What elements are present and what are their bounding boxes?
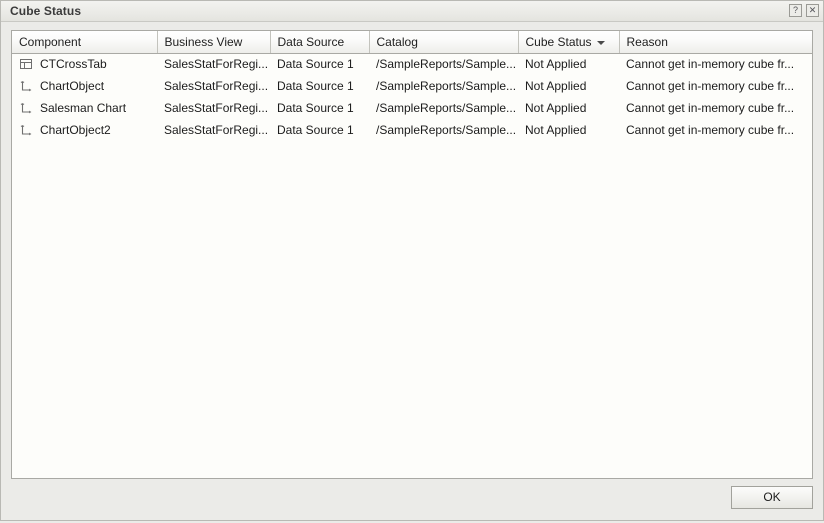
component-name: CTCrossTab [40,57,107,72]
column-header-data_source[interactable]: Data Source [270,31,370,54]
table-row[interactable]: ChartObject SalesStatForRegi... Data Sourc… [12,75,812,97]
cube-status-dialog: Cube Status ? ✕ Component Business View Da… [0,0,824,521]
cell-text: Data Source 1 [277,57,354,72]
table-row[interactable]: Salesman Chart SalesStatForRegi... Data So… [12,97,812,119]
cell-catalog: /SampleReports/Sample... [369,53,518,75]
table-header-row: Component Business View Data Source Catalog… [12,31,812,54]
cell-reason: Cannot get in-memory cube fr... [619,119,812,141]
cell-business_view: SalesStatForRegi... [157,119,270,141]
column-header-label: Catalog [376,34,418,49]
cell-catalog: /SampleReports/Sample... [369,119,518,141]
component-cell-content: CTCrossTab [19,57,157,71]
column-header-reason[interactable]: Reason [619,31,812,54]
cell-cube_status: Not Applied [518,75,619,97]
component-cell-content: ChartObject2 [19,123,157,137]
column-header-business_view[interactable]: Business View [157,31,271,54]
table-body: CTCrossTab SalesStatForRegi... Data Source… [12,53,812,141]
cell-text: Not Applied [525,79,587,93]
cell-text: Not Applied [525,123,587,137]
column-header-component[interactable]: Component [12,31,158,54]
cell-reason: Cannot get in-memory cube fr... [619,53,812,75]
cell-text: SalesStatForRegi... [164,101,269,115]
cell-text: Data Source 1 [277,101,354,115]
cell-component: ChartObject [12,75,157,97]
column-header-label: Reason [626,34,668,49]
cell-text: /SampleReports/Sample... [376,123,517,137]
column-header-label: Data Source [277,34,345,49]
component-name: Salesman Chart [40,101,127,115]
cell-text: /SampleReports/Sample... [376,79,517,93]
cell-text: Data Source 1 [277,123,354,137]
chart-icon [19,79,33,93]
cell-reason: Cannot get in-memory cube fr... [619,97,812,119]
cell-text: Cannot get in-memory cube fr... [626,57,795,72]
cell-catalog: /SampleReports/Sample... [369,97,518,119]
cell-text: Data Source 1 [277,79,354,93]
cell-business_view: SalesStatForRegi... [157,53,270,75]
cell-text: Cannot get in-memory cube fr... [626,79,795,93]
dialog-body: Component Business View Data Source Catalog… [1,22,823,479]
table-header: Component Business View Data Source Catalog… [12,31,812,54]
column-header-cube_status[interactable]: Cube Status [518,31,620,54]
cube-status-table-panel: Component Business View Data Source Catalog… [11,30,813,479]
cell-cube_status: Not Applied [518,97,619,119]
cube-status-table: Component Business View Data Source Catalog… [12,31,812,141]
component-cell-content: Salesman Chart [19,101,157,115]
cell-text: Not Applied [525,57,587,72]
component-name: ChartObject2 [40,123,111,137]
sort-descending-icon [596,40,605,45]
component-cell-content: ChartObject [19,79,157,93]
column-header-catalog[interactable]: Catalog [369,31,519,54]
chart-icon [19,123,33,137]
cell-text: Cannot get in-memory cube fr... [626,101,795,115]
cell-catalog: /SampleReports/Sample... [369,75,518,97]
table-row[interactable]: ChartObject2 SalesStatForRegi... Data Sour… [12,119,812,141]
close-button[interactable]: ✕ [806,4,819,17]
dialog-footer: OK [1,479,823,523]
column-header-label: Business View [164,34,243,49]
help-button[interactable]: ? [789,4,802,17]
cell-text: /SampleReports/Sample... [376,101,517,115]
cell-component: ChartObject2 [12,119,157,141]
dialog-title: Cube Status [10,3,82,18]
table-row[interactable]: CTCrossTab SalesStatForRegi... Data Source… [12,53,812,75]
cell-data_source: Data Source 1 [270,119,369,141]
component-name: ChartObject [40,79,105,93]
cell-data_source: Data Source 1 [270,53,369,75]
crosstab-icon [19,57,33,71]
cell-business_view: SalesStatForRegi... [157,75,270,97]
cell-text: SalesStatForRegi... [164,79,269,93]
ok-button[interactable]: OK [731,486,813,509]
cell-business_view: SalesStatForRegi... [157,97,270,119]
cell-data_source: Data Source 1 [270,97,369,119]
cell-text: SalesStatForRegi... [164,123,269,137]
column-header-label: Component [19,34,82,49]
column-header-label: Cube Status [525,34,592,49]
cell-component: Salesman Chart [12,97,157,119]
cell-text: /SampleReports/Sample... [376,57,517,72]
chart-icon [19,101,33,115]
title-bar-buttons: ? ✕ [789,4,819,17]
cell-data_source: Data Source 1 [270,75,369,97]
cell-cube_status: Not Applied [518,119,619,141]
cell-reason: Cannot get in-memory cube fr... [619,75,812,97]
cell-text: Not Applied [525,101,587,115]
cell-text: SalesStatForRegi... [164,57,269,72]
cell-cube_status: Not Applied [518,53,619,75]
cell-component: CTCrossTab [12,53,157,75]
dialog-title-bar: Cube Status ? ✕ [1,1,823,22]
cell-text: Cannot get in-memory cube fr... [626,123,795,137]
